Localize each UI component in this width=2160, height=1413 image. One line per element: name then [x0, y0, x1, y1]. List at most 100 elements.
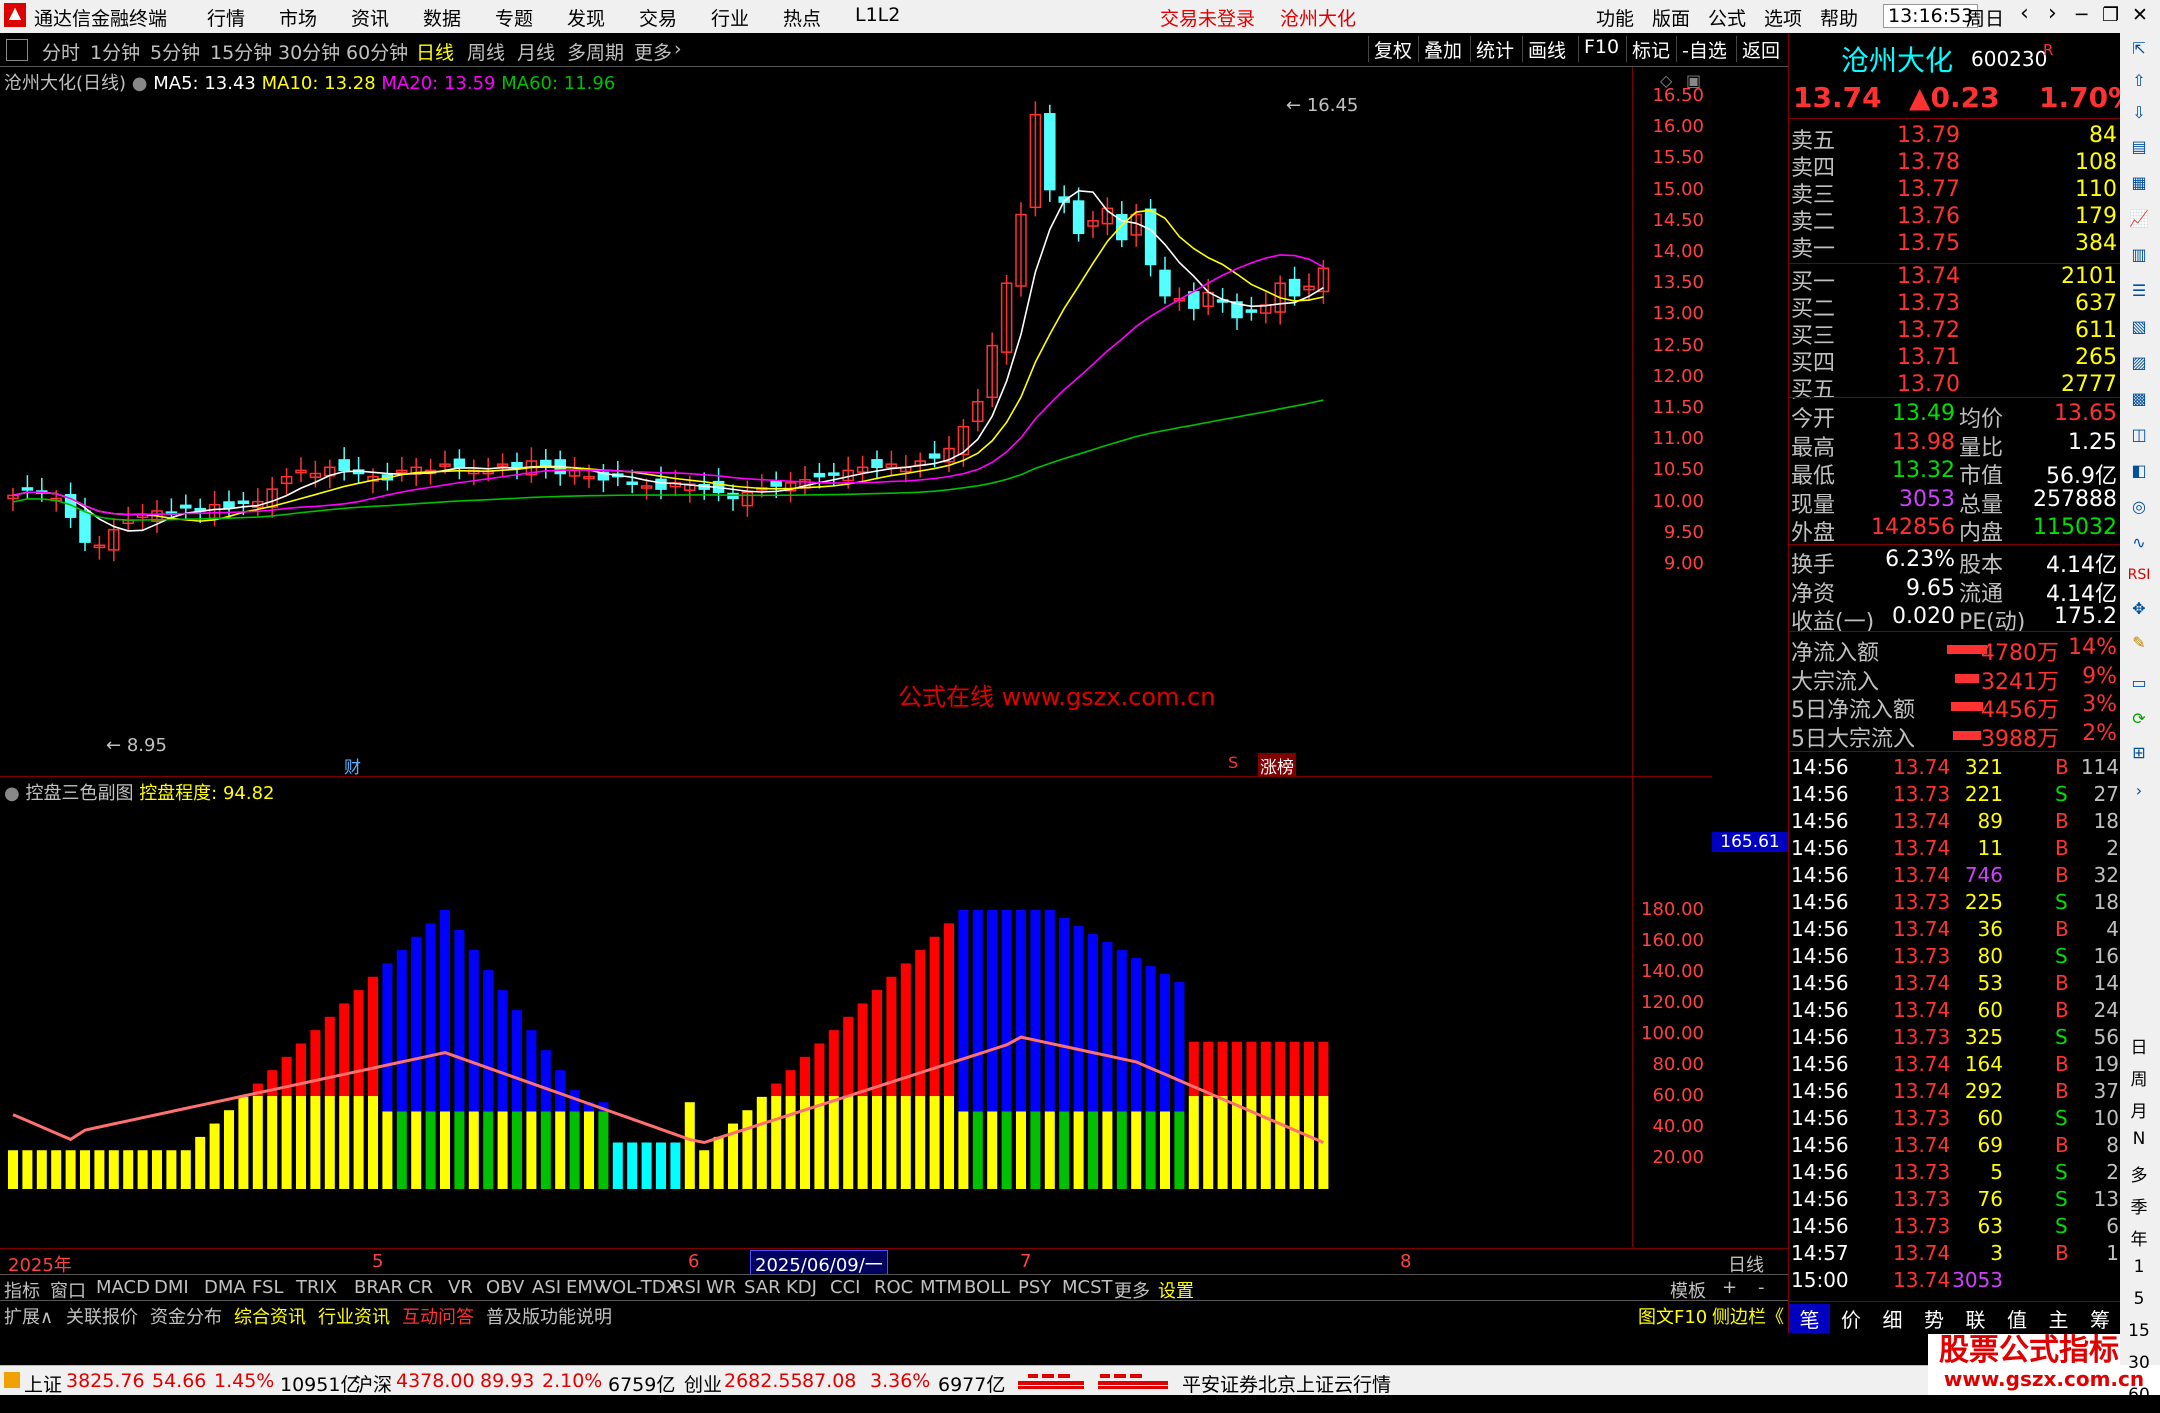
toolstrip-period[interactable]: 多	[2124, 1161, 2154, 1189]
doc-icon[interactable]: ▩	[2124, 389, 2154, 417]
minimize-icon[interactable]: ─	[2076, 4, 2087, 26]
finance-marker[interactable]: 财	[344, 753, 361, 778]
tick-row[interactable]: 14:56 13.74 60 B 24	[1789, 998, 2121, 1026]
f10-graphic-link[interactable]: 图文F10	[1638, 1303, 1707, 1329]
order-book-row[interactable]: 卖五 13.79 84	[1789, 123, 2121, 154]
candle-icon[interactable]: ▥	[2124, 245, 2154, 273]
indicator-tab[interactable]: VR	[448, 1277, 473, 1298]
toolstrip-period[interactable]: 季	[2124, 1193, 2154, 1221]
toolstrip-period[interactable]: 30	[2124, 1353, 2154, 1381]
indicator-tab[interactable]: WR	[706, 1277, 736, 1298]
order-book-row[interactable]: 买五 13.70 2777	[1789, 372, 2121, 403]
period-tab-60min[interactable]: 60分钟	[346, 38, 408, 65]
tick-row[interactable]: 14:56 13.73 63 S 6	[1789, 1214, 2121, 1242]
tick-row[interactable]: 14:56 13.74 69 B 8	[1789, 1133, 2121, 1161]
menu-item-formula[interactable]: 公式	[1708, 4, 1746, 31]
indicator-tab[interactable]: VOL-TDX	[600, 1277, 678, 1298]
tick-row[interactable]: 14:56 13.73 5 S 2	[1789, 1160, 2121, 1188]
period-tab-daily[interactable]: 日线	[416, 38, 454, 65]
menu-item-industry[interactable]: 行业	[711, 4, 749, 31]
ext-tab-qa[interactable]: 互动问答	[402, 1303, 474, 1329]
back-icon[interactable]: ‹	[2020, 1, 2029, 26]
order-book-row[interactable]: 买一 13.74 2101	[1789, 264, 2121, 295]
right-tab[interactable]: 联	[1955, 1304, 1996, 1333]
cy-index-name[interactable]: 创业	[684, 1370, 722, 1397]
indicator-tab[interactable]: ASI	[532, 1277, 561, 1298]
toolstrip-period[interactable]: 月	[2124, 1097, 2154, 1125]
sidebar-toggle[interactable]: 侧边栏《	[1712, 1303, 1784, 1329]
return-button[interactable]: 返回	[1736, 36, 1780, 62]
add-indicator-button[interactable]: +	[1722, 1277, 1737, 1298]
indicator-tab[interactable]: FSL	[252, 1277, 284, 1298]
wave-icon[interactable]: ∿	[2124, 533, 2154, 561]
tick-row[interactable]: 14:56 13.74 746 B 32	[1789, 863, 2121, 891]
chart-icon[interactable]: ▤	[2124, 137, 2154, 165]
hs-index-name[interactable]: 沪深	[354, 1370, 392, 1397]
indicator-tab[interactable]: PSY	[1018, 1277, 1051, 1298]
watchlist-remove-button[interactable]: -自选	[1676, 36, 1727, 62]
candlestick-area[interactable]	[0, 67, 1712, 775]
menu-item-trade[interactable]: 交易	[639, 4, 677, 31]
stats-button[interactable]: 统计	[1470, 36, 1514, 62]
ext-tab-info[interactable]: 综合资讯	[234, 1303, 306, 1329]
period-tab-30min[interactable]: 30分钟	[278, 38, 340, 65]
indicator-tab[interactable]: MCST	[1062, 1277, 1113, 1298]
menu-item-layout[interactable]: 版面	[1652, 4, 1690, 31]
order-book-row[interactable]: 买三 13.72 611	[1789, 318, 2121, 349]
right-tab[interactable]: 笔	[1789, 1304, 1830, 1333]
toolstrip-period[interactable]: 5	[2124, 1289, 2154, 1317]
rsi-icon[interactable]: RSI	[2124, 567, 2154, 595]
tick-row[interactable]: 14:56 13.74 11 B 2	[1789, 836, 2121, 864]
indicator-chart[interactable]: ● 控盘三色副图 控盘程度: 94.82 180.00 160.00 140.00 1…	[0, 776, 1788, 1247]
panel-icon-2[interactable]: ◧	[2124, 461, 2154, 489]
scroll-right-icon[interactable]: ›	[2124, 781, 2154, 809]
chevron-right-icon[interactable]: ›	[674, 38, 682, 60]
table-icon[interactable]: ▨	[2124, 353, 2154, 381]
tick-row[interactable]: 14:56 13.73 225 S 18	[1789, 890, 2121, 918]
indicator-tab[interactable]: BOLL	[964, 1277, 1010, 1298]
ext-tab-fund[interactable]: 资金分布	[150, 1303, 222, 1329]
indicator-bars[interactable]	[0, 777, 1712, 1247]
adjust-button[interactable]: 复权	[1368, 36, 1412, 62]
indicator-tab[interactable]: KDJ	[786, 1277, 817, 1298]
right-tab[interactable]: 主	[2038, 1304, 2079, 1333]
down-arrow-icon[interactable]: ⇩	[2124, 103, 2154, 131]
tick-row[interactable]: 14:56 13.73 325 S 56	[1789, 1025, 2121, 1053]
order-book-row[interactable]: 卖二 13.76 179	[1789, 204, 2121, 235]
toolstrip-period[interactable]: 周	[2124, 1065, 2154, 1093]
toolstrip-period[interactable]: 60	[2124, 1385, 2154, 1413]
expand-icon[interactable]: ⊞	[2124, 743, 2154, 771]
forward-icon[interactable]: ›	[2048, 1, 2057, 26]
up-arrow-icon[interactable]: ⇧	[2124, 71, 2154, 99]
indicator-tab[interactable]: DMI	[154, 1277, 189, 1298]
collapse-icon[interactable]: ⇱	[2124, 39, 2154, 67]
tick-row[interactable]: 14:56 13.73 221 S 27	[1789, 782, 2121, 810]
tick-row[interactable]: 14:56 13.74 292 B 37	[1789, 1079, 2121, 1107]
indicator-tab[interactable]: CCI	[830, 1277, 860, 1298]
ext-tab-expand[interactable]: 扩展∧	[4, 1303, 53, 1329]
right-tab[interactable]: 值	[1996, 1304, 2038, 1333]
remove-indicator-button[interactable]: -	[1758, 1277, 1765, 1298]
toolstrip-period[interactable]: 日	[2124, 1033, 2154, 1061]
period-tab-1min[interactable]: 1分钟	[90, 38, 140, 65]
order-book-row[interactable]: 买二 13.73 637	[1789, 291, 2121, 322]
menu-item-topics[interactable]: 专题	[495, 4, 533, 31]
menu-item-quotes[interactable]: 行情	[207, 4, 245, 31]
move-icon[interactable]: ✥	[2124, 599, 2154, 627]
tick-row[interactable]: 15:00 13.74 3053	[1789, 1268, 2121, 1296]
tick-row[interactable]: 14:56 13.73 60 S 10	[1789, 1106, 2121, 1134]
kline-chart[interactable]: 沧州大化(日线) ● MA5: 13.43 MA10: 13.28 MA20: …	[0, 67, 1712, 778]
indicator-tab[interactable]: BRAR	[354, 1277, 403, 1298]
close-icon[interactable]: ✕	[2132, 4, 2148, 26]
indicator-tab[interactable]: DMA	[204, 1277, 246, 1298]
indicator-tab[interactable]: MACD	[96, 1277, 150, 1298]
toolstrip-period[interactable]: 年	[2124, 1225, 2154, 1253]
period-tab-multi[interactable]: 多周期	[567, 38, 624, 65]
period-tab-weekly[interactable]: 周线	[467, 38, 505, 65]
fund-icon[interactable]: ◫	[2124, 425, 2154, 453]
mark-button[interactable]: 标记	[1626, 36, 1670, 62]
toolstrip-period[interactable]: 15	[2124, 1321, 2154, 1349]
menu-item-data[interactable]: 数据	[423, 4, 461, 31]
menu-item-market[interactable]: 市场	[279, 4, 317, 31]
period-tab-more[interactable]: 更多	[634, 38, 672, 65]
